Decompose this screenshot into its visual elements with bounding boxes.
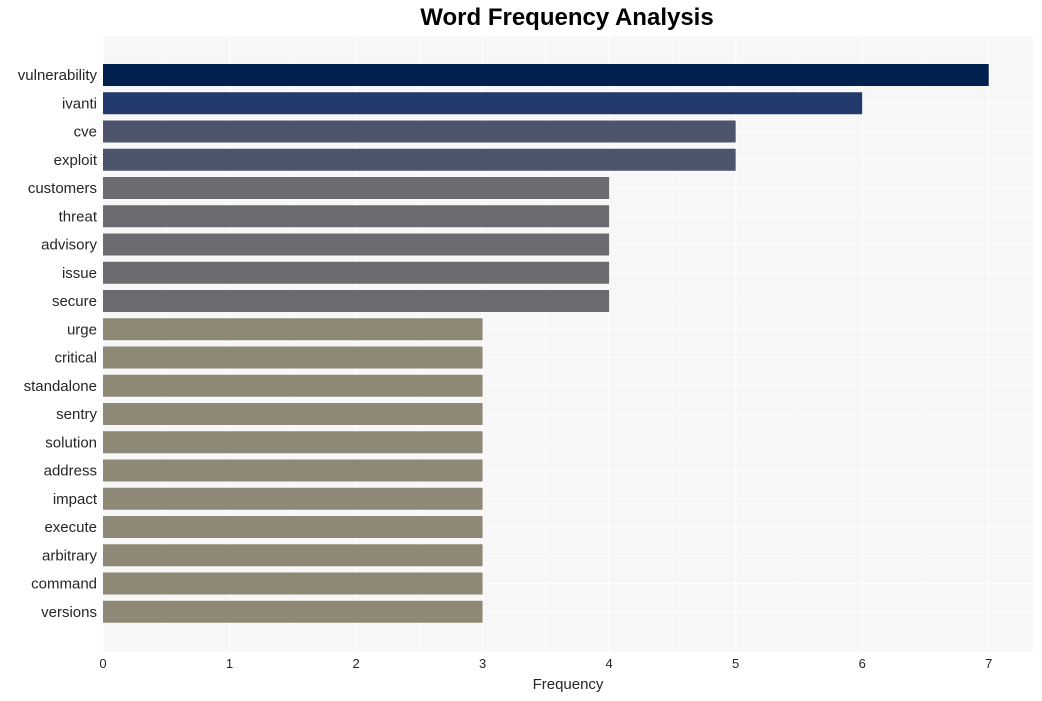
x-tick-2: 2: [352, 656, 359, 671]
y-label-advisory: advisory: [41, 237, 97, 254]
bar-chart: vulnerability ivanti cve exploit customers th…: [18, 36, 1033, 693]
bar-sentry: [103, 403, 483, 425]
bar-address: [103, 459, 483, 482]
y-label-execute: execute: [44, 519, 97, 536]
bar-urge: [103, 318, 483, 341]
x-tick-7: 7: [985, 656, 992, 671]
y-tick-labels: vulnerability ivanti cve exploit customers th…: [18, 67, 98, 621]
y-label-urge: urge: [67, 321, 97, 338]
bar-secure: [103, 290, 610, 312]
bar-critical: [103, 346, 483, 369]
bar-vulnerability: [103, 64, 989, 86]
bar-versions: [103, 600, 483, 623]
y-label-threat: threat: [59, 208, 98, 225]
bar-issue: [103, 261, 610, 284]
bar-standalone: [103, 374, 483, 397]
y-label-address: address: [44, 463, 97, 480]
bar-ivanti: [103, 92, 863, 115]
y-label-command: command: [31, 576, 97, 593]
bar-exploit: [103, 148, 736, 171]
y-label-critical: critical: [54, 350, 97, 367]
x-tick-4: 4: [606, 656, 613, 671]
bar-arbitrary: [103, 544, 483, 567]
bar-impact: [103, 487, 483, 510]
x-tick-6: 6: [859, 656, 866, 671]
bar-customers: [103, 177, 610, 199]
y-label-versions: versions: [41, 604, 97, 621]
y-label-solution: solution: [45, 434, 97, 451]
y-label-ivanti: ivanti: [62, 95, 97, 112]
y-label-sentry: sentry: [56, 406, 97, 423]
y-label-exploit: exploit: [54, 152, 98, 169]
x-axis-label: Frequency: [533, 676, 604, 693]
y-label-impact: impact: [53, 491, 98, 508]
bar-solution: [103, 431, 483, 454]
bar-cve: [103, 120, 736, 143]
y-label-secure: secure: [52, 293, 97, 310]
y-label-issue: issue: [62, 265, 97, 282]
x-tick-labels: 0 1 2 3 4 5 6 7: [99, 656, 992, 671]
bar-threat: [103, 205, 610, 228]
y-label-arbitrary: arbitrary: [42, 547, 98, 564]
bar-execute: [103, 516, 483, 538]
y-label-vulnerability: vulnerability: [18, 67, 98, 84]
bar-command: [103, 572, 483, 595]
x-tick-3: 3: [479, 656, 486, 671]
y-label-customers: customers: [28, 180, 97, 197]
x-tick-0: 0: [99, 656, 106, 671]
y-label-cve: cve: [74, 124, 97, 141]
y-label-standalone: standalone: [24, 378, 97, 395]
x-tick-1: 1: [226, 656, 233, 671]
x-tick-5: 5: [732, 656, 739, 671]
bar-advisory: [103, 233, 610, 256]
